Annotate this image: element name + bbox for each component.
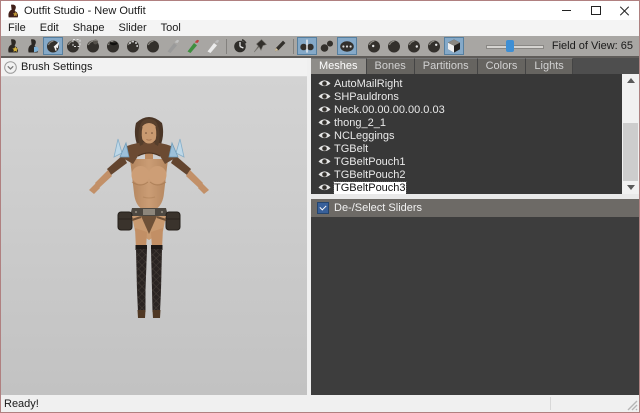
deselect-sliders-checkbox[interactable]: [317, 202, 329, 214]
fov-slider[interactable]: [486, 39, 544, 53]
mesh-label[interactable]: TGBeltPouch3: [334, 182, 406, 194]
brush-settings-header[interactable]: Brush Settings: [1, 58, 307, 77]
statusbar: Ready!: [1, 395, 639, 412]
mesh-label[interactable]: TGBeltPouch2: [334, 169, 406, 181]
mesh-row-NCLeggings[interactable]: NCLeggings: [311, 129, 622, 142]
mesh-row-TGBeltPouch3[interactable]: TGBeltPouch3: [311, 181, 622, 194]
pivot-tool-icon[interactable]: [250, 37, 270, 55]
eye-visible-icon[interactable]: [318, 92, 331, 101]
fov-label: Field of View: 65: [552, 40, 633, 52]
mesh-label[interactable]: Neck.00.00.00.00.0.03: [334, 104, 445, 116]
menu-slider[interactable]: Slider: [112, 20, 154, 36]
connected-brush-icon[interactable]: [317, 37, 337, 55]
minimize-icon: [562, 10, 571, 11]
character-model: [89, 113, 209, 335]
minimize-button[interactable]: [552, 1, 581, 20]
mesh-label[interactable]: TGBeltPouch1: [334, 156, 406, 168]
inflate-brush-icon[interactable]: [83, 37, 103, 55]
close-button[interactable]: [610, 1, 639, 20]
mesh-label[interactable]: SHPauldrons: [334, 91, 399, 103]
select-tool-icon[interactable]: [43, 37, 63, 55]
menubar: FileEditShapeSliderTool: [1, 20, 639, 36]
close-icon: [620, 6, 629, 15]
smooth-brush-icon[interactable]: [123, 37, 143, 55]
color-brush-icon[interactable]: [183, 37, 203, 55]
menu-tool[interactable]: Tool: [154, 20, 188, 36]
mesh-label[interactable]: AutoMailRight: [334, 78, 402, 90]
collision-toggle-icon[interactable]: [337, 37, 357, 55]
menu-edit[interactable]: Edit: [33, 20, 66, 36]
collapse-chevron-icon[interactable]: [4, 61, 17, 74]
arrow-up-icon: [627, 78, 635, 83]
menu-shape[interactable]: Shape: [66, 20, 112, 36]
weight-brush-icon[interactable]: [163, 37, 183, 55]
mesh-row-Neck.00.00.00.00.0.03[interactable]: Neck.00.00.00.00.0.03: [311, 103, 622, 116]
eye-visible-icon[interactable]: [318, 183, 331, 192]
arrow-down-icon: [627, 185, 635, 190]
mirror-x-icon[interactable]: [297, 37, 317, 55]
deselect-sliders-label: De-/Select Sliders: [334, 202, 422, 214]
maximize-icon: [591, 6, 601, 15]
mesh-row-thong_2_1[interactable]: thong_2_1: [311, 116, 622, 129]
toolbar: Field of View: 65: [1, 36, 639, 58]
mesh-list-scrollbar[interactable]: [622, 74, 639, 194]
transform-tool-icon[interactable]: [230, 37, 250, 55]
alpha-brush-icon[interactable]: [203, 37, 223, 55]
outfit-studio-window: Outfit Studio - New Outfit FileEditShape…: [0, 0, 640, 413]
mesh-row-SHPauldrons[interactable]: SHPauldrons: [311, 90, 622, 103]
statusbar-divider: [550, 397, 551, 410]
move-brush-icon[interactable]: [143, 37, 163, 55]
menu-file[interactable]: File: [1, 20, 33, 36]
scroll-up-button[interactable]: [622, 74, 639, 87]
wireframe-toggle-icon[interactable]: [364, 37, 384, 55]
tab-partitions[interactable]: Partitions: [415, 58, 478, 74]
mask-brush-icon[interactable]: [63, 37, 83, 55]
sliders-panel[interactable]: [311, 217, 639, 395]
tab-meshes[interactable]: Meshes: [311, 58, 367, 74]
eye-visible-icon[interactable]: [318, 157, 331, 166]
app-icon: [6, 4, 19, 18]
mesh-label[interactable]: thong_2_1: [334, 117, 386, 129]
status-text: Ready!: [1, 398, 39, 410]
maximize-button[interactable]: [581, 1, 610, 20]
perspective-toggle-icon[interactable]: [444, 37, 464, 55]
deselect-sliders-row[interactable]: De-/Select Sliders: [311, 199, 639, 217]
load-reference-icon[interactable]: [23, 37, 43, 55]
mesh-label[interactable]: NCLeggings: [334, 130, 395, 142]
fov-slider-thumb[interactable]: [506, 40, 514, 52]
fov-slider-track[interactable]: [486, 45, 544, 49]
tab-lights[interactable]: Lights: [526, 58, 572, 74]
mesh-row-TGBeltPouch1[interactable]: TGBeltPouch1: [311, 155, 622, 168]
scrollbar-thumb[interactable]: [623, 123, 638, 181]
load-project-icon[interactable]: [3, 37, 23, 55]
toolbar-separator: [226, 39, 227, 54]
eye-visible-icon[interactable]: [318, 131, 331, 140]
eye-visible-icon[interactable]: [318, 79, 331, 88]
vertex-edit-icon[interactable]: [270, 37, 290, 55]
right-panel-tabs: MeshesBonesPartitionsColorsLights: [311, 58, 639, 74]
scroll-down-button[interactable]: [622, 181, 639, 194]
mesh-row-TGBeltPouch2[interactable]: TGBeltPouch2: [311, 168, 622, 181]
mesh-list-panel: AutoMailRightSHPauldronsNeck.00.00.00.00…: [311, 74, 639, 194]
eye-visible-icon[interactable]: [318, 144, 331, 153]
mesh-row-AutoMailRight[interactable]: AutoMailRight: [311, 77, 622, 90]
mesh-row-TGBelt[interactable]: TGBelt: [311, 142, 622, 155]
tab-colors[interactable]: Colors: [478, 58, 527, 74]
toolbar-separator: [293, 39, 294, 54]
viewport-3d[interactable]: [1, 77, 307, 395]
tab-bones[interactable]: Bones: [367, 58, 415, 74]
window-title: Outfit Studio - New Outfit: [24, 5, 146, 17]
brush-settings-label: Brush Settings: [21, 61, 93, 73]
deflate-brush-icon[interactable]: [103, 37, 123, 55]
eye-visible-icon[interactable]: [318, 118, 331, 127]
mesh-list: AutoMailRightSHPauldronsNeck.00.00.00.00…: [311, 74, 622, 194]
titlebar[interactable]: Outfit Studio - New Outfit: [1, 1, 639, 20]
texture-toggle-icon[interactable]: [404, 37, 424, 55]
mask-visibility-icon[interactable]: [424, 37, 444, 55]
resize-grip[interactable]: [627, 400, 638, 411]
eye-visible-icon[interactable]: [318, 105, 331, 114]
eye-visible-icon[interactable]: [318, 170, 331, 179]
lighting-toggle-icon[interactable]: [384, 37, 404, 55]
mesh-label[interactable]: TGBelt: [334, 143, 368, 155]
